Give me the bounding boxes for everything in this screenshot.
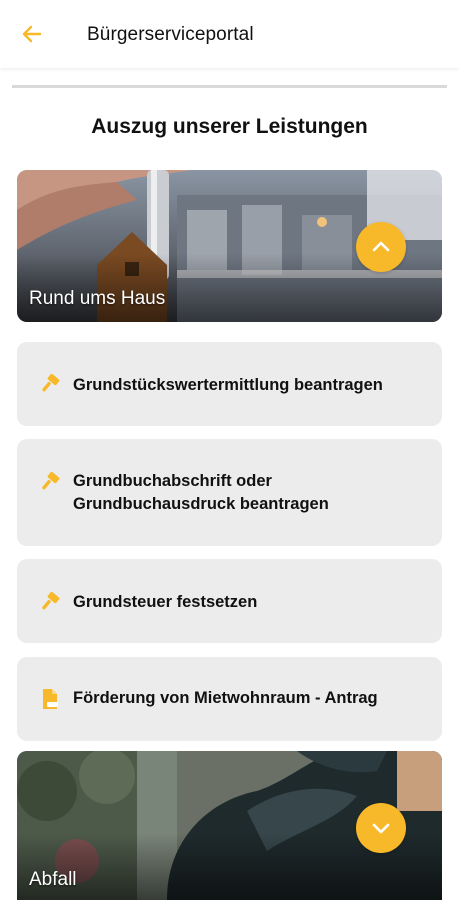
service-label: Grundbuchabschrift oder Grundbuchausdruc… [73, 472, 329, 513]
divider [12, 85, 447, 88]
hammer-icon [42, 472, 60, 490]
expand-button[interactable] [356, 803, 406, 853]
category-card-waste[interactable]: Abfall [17, 751, 442, 900]
service-label: Förderung von Mietwohnraum - Antrag [73, 689, 378, 707]
chevron-down-icon [372, 823, 390, 834]
service-item[interactable]: Förderung von Mietwohnraum - Antrag [17, 657, 442, 741]
service-item[interactable]: Grundsteuer festsetzen [17, 559, 442, 643]
collapse-button[interactable] [356, 222, 406, 272]
app-bar: Bürgerserviceportal [0, 0, 459, 68]
service-label: Grundsteuer festsetzen [73, 593, 258, 611]
chevron-up-icon [372, 241, 390, 252]
service-item[interactable]: Grundbuchabschrift oder Grundbuchausdruc… [17, 439, 442, 546]
section-title: Auszug unserer Leistungen [91, 115, 368, 138]
category-label: Abfall [29, 869, 77, 890]
app-title: Bürgerserviceportal [87, 24, 254, 45]
pdf-file-icon [43, 689, 58, 709]
service-label: Grundstückswertermittlung beantragen [73, 376, 383, 394]
arrow-left-icon [22, 25, 42, 43]
category-label: Rund ums Haus [29, 288, 166, 309]
category-card-house[interactable]: Rund ums Haus [17, 170, 442, 322]
hammer-icon [42, 374, 60, 392]
hammer-icon [42, 592, 60, 610]
service-item[interactable]: Grundstückswertermittlung beantragen [17, 342, 442, 426]
back-button[interactable] [14, 18, 50, 50]
